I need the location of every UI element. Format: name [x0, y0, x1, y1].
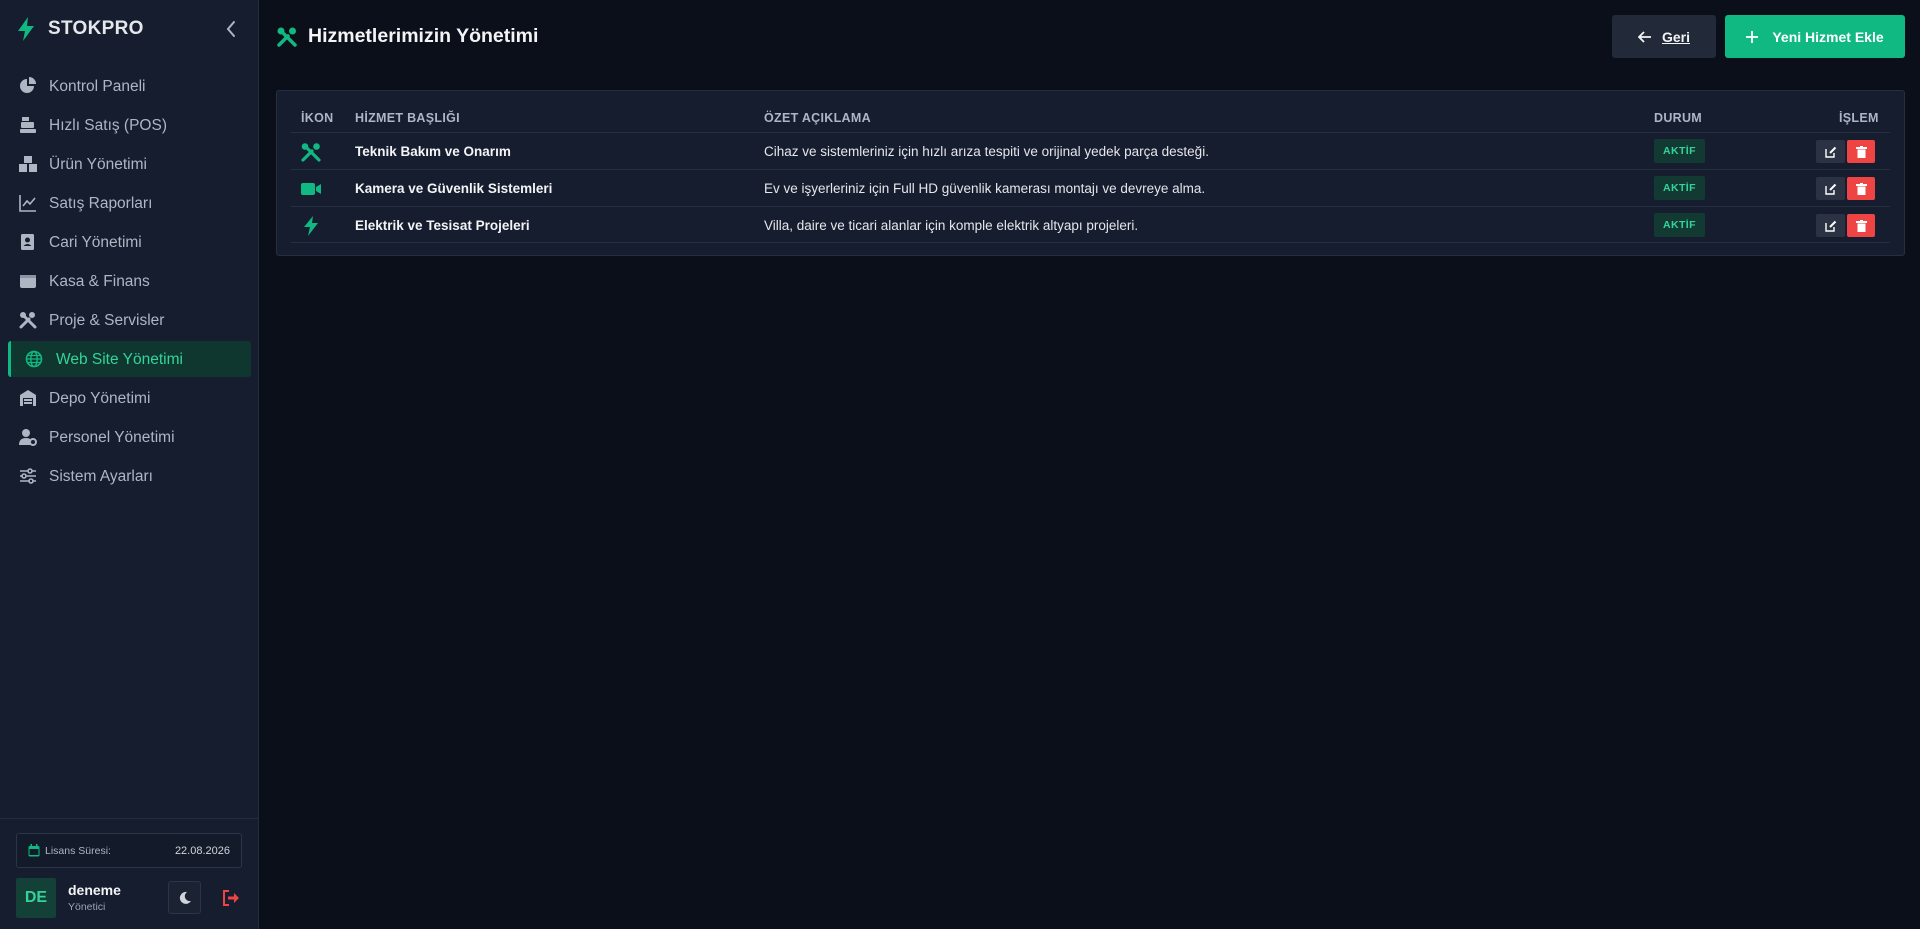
status-badge: AKTİF: [1654, 176, 1705, 200]
sidebar-item-label: Kasa & Finans: [49, 273, 150, 290]
sidebar-item-label: Depo Yönetimi: [49, 390, 151, 407]
pie-chart-icon: [20, 77, 36, 93]
service-title: Kamera ve Güvenlik Sistemleri: [355, 181, 553, 196]
back-button[interactable]: Geri: [1612, 15, 1716, 58]
sidebar: STOKPRO Kontrol Paneli Hızlı Satış (POS)…: [0, 0, 259, 929]
delete-button[interactable]: [1847, 140, 1875, 163]
sidebar-item-label: Satış Raporları: [49, 195, 153, 212]
table-row: Teknik Bakım ve Onarım Cihaz ve sistemle…: [291, 132, 1890, 169]
user-name: deneme: [68, 882, 121, 898]
service-desc: Ev ve işyerleriniz için Full HD güvenlik…: [764, 181, 1206, 196]
table-row: Elektrik ve Tesisat Projeleri Villa, dai…: [291, 206, 1890, 243]
add-service-label: Yeni Hizmet Ekle: [1772, 28, 1884, 45]
sliders-icon: [20, 468, 36, 484]
sidebar-item-sistem-ayarlari[interactable]: Sistem Ayarları: [8, 458, 251, 494]
tools-icon: [19, 312, 37, 329]
edit-icon: [1824, 183, 1836, 195]
sidebar-item-kasa-finans[interactable]: Kasa & Finans: [8, 263, 251, 299]
table-header: İKON HİZMET BAŞLIĞI ÖZET AÇIKLAMA DURUM …: [277, 91, 1904, 133]
theme-toggle-button[interactable]: [168, 881, 201, 914]
video-camera-icon: [301, 183, 321, 195]
service-title: Teknik Bakım ve Onarım: [355, 144, 511, 159]
sidebar-item-label: Web Site Yönetimi: [56, 351, 183, 368]
edit-button[interactable]: [1816, 140, 1845, 163]
sidebar-item-label: Hızlı Satış (POS): [49, 117, 167, 134]
trash-icon: [1855, 182, 1867, 195]
sidebar-item-hizli-satis[interactable]: Hızlı Satış (POS): [8, 107, 251, 143]
address-book-icon: [21, 234, 34, 250]
cash-register-icon: [20, 117, 36, 133]
brand: STOKPRO: [0, 0, 258, 58]
sidebar-item-label: Kontrol Paneli: [49, 78, 146, 95]
service-title: Elektrik ve Tesisat Projeleri: [355, 218, 530, 233]
sidebar-item-proje-servisler[interactable]: Proje & Servisler: [8, 302, 251, 338]
logout-button[interactable]: [216, 881, 246, 914]
status-badge: AKTİF: [1654, 139, 1705, 163]
tools-icon: [277, 27, 297, 47]
warehouse-icon: [20, 390, 36, 406]
avatar: DE: [16, 878, 56, 918]
add-service-button[interactable]: Yeni Hizmet Ekle: [1725, 15, 1905, 58]
user-gear-icon: [19, 429, 37, 446]
sidebar-item-depo-yonetimi[interactable]: Depo Yönetimi: [8, 380, 251, 416]
sidebar-item-web-site-yonetimi[interactable]: Web Site Yönetimi: [8, 341, 251, 377]
column-header-icon: İKON: [301, 111, 334, 125]
column-header-desc: ÖZET AÇIKLAMA: [764, 111, 871, 125]
delete-button[interactable]: [1847, 214, 1875, 237]
calendar-icon: [28, 844, 40, 857]
trash-icon: [1855, 145, 1867, 158]
sidebar-item-cari-yonetimi[interactable]: Cari Yönetimi: [8, 224, 251, 260]
edit-icon: [1824, 146, 1836, 158]
sidebar-item-label: Cari Yönetimi: [49, 234, 142, 251]
column-header-title: HİZMET BAŞLIĞI: [355, 111, 460, 125]
sidebar-item-label: Proje & Servisler: [49, 312, 165, 329]
logout-icon: [223, 889, 239, 906]
sidebar-item-personel-yonetimi[interactable]: Personel Yönetimi: [8, 419, 251, 455]
services-table: İKON HİZMET BAŞLIĞI ÖZET AÇIKLAMA DURUM …: [276, 90, 1905, 256]
bolt-icon: [304, 216, 318, 236]
line-chart-icon: [19, 195, 36, 212]
column-header-action: İŞLEM: [1839, 111, 1879, 125]
status-badge: AKTİF: [1654, 213, 1705, 237]
edit-button[interactable]: [1816, 177, 1845, 200]
bolt-icon: [18, 17, 34, 41]
table-row: Kamera ve Güvenlik Sistemleri Ev ve işye…: [291, 169, 1890, 206]
edit-button[interactable]: [1816, 214, 1845, 237]
chevron-left-icon[interactable]: [222, 18, 240, 40]
boxes-icon: [19, 156, 37, 172]
sidebar-item-satis-raporlari[interactable]: Satış Raporları: [8, 185, 251, 221]
back-label: Geri: [1661, 28, 1690, 45]
sidebar-item-label: Sistem Ayarları: [49, 468, 153, 485]
sidebar-item-label: Personel Yönetimi: [49, 429, 175, 446]
sidebar-footer: Lisans Süresi: 22.08.2026 DE deneme Yöne…: [0, 818, 258, 929]
wallet-icon: [20, 275, 36, 288]
tools-icon: [301, 143, 321, 162]
license-label: Lisans Süresi:: [45, 845, 111, 857]
service-desc: Cihaz ve sistemleriniz için hızlı arıza …: [764, 144, 1209, 159]
license-date: 22.08.2026: [174, 845, 230, 857]
service-desc: Villa, daire ve ticari alanlar için komp…: [764, 218, 1139, 233]
user-role: Yönetici: [68, 901, 106, 913]
column-header-status: DURUM: [1654, 111, 1703, 125]
sidebar-item-urun-yonetimi[interactable]: Ürün Yönetimi: [8, 146, 251, 182]
arrow-left-icon: [1637, 30, 1651, 43]
sidebar-item-label: Ürün Yönetimi: [49, 156, 147, 173]
delete-button[interactable]: [1847, 177, 1875, 200]
page-title: Hizmetlerimizin Yönetimi: [308, 25, 539, 47]
trash-icon: [1855, 219, 1867, 232]
license-box: Lisans Süresi: 22.08.2026: [16, 833, 242, 868]
plus-icon: [1746, 30, 1759, 43]
moon-icon: [179, 891, 191, 904]
edit-icon: [1824, 220, 1836, 232]
brand-name: STOKPRO: [48, 18, 144, 39]
sidebar-item-kontrol-paneli[interactable]: Kontrol Paneli: [8, 68, 251, 104]
globe-icon: [25, 350, 43, 368]
